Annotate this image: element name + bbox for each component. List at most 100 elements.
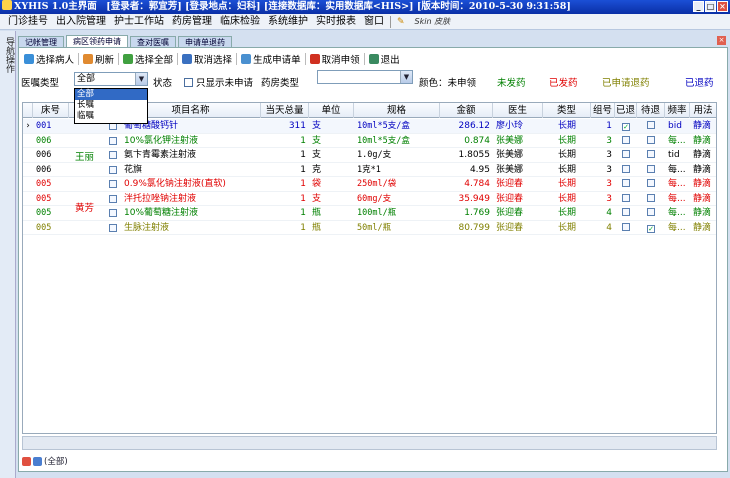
refresh-button[interactable]: 刷新	[80, 52, 117, 66]
title-bar: XYHIS 1.0主界面 [登录者：郭宜芳] [登录地点：妇科] [连接数据库：…	[0, 0, 730, 14]
cell-daily-total: 1	[300, 135, 306, 146]
navigation-rail[interactable]: 导航操作	[0, 31, 16, 478]
col-type-header[interactable]: 类型	[543, 103, 591, 118]
row-select-checkbox[interactable]	[109, 194, 117, 203]
cell-type: 长期	[557, 150, 576, 160]
skin-icon[interactable]: ✎	[393, 14, 409, 30]
col-usage-header[interactable]: 用法	[690, 103, 716, 118]
dropdown-option-long-term[interactable]: 长嘱	[75, 100, 147, 111]
col-group-header[interactable]: 组号	[591, 103, 615, 118]
table-row[interactable]: 005 泮托拉唑钠注射液 1 支 60mg/支 35.949 张迎春 长期 3 每... 静滴	[23, 192, 716, 206]
row-select-checkbox[interactable]	[109, 165, 117, 174]
menu-system-maintenance[interactable]: 系统维护	[264, 14, 312, 30]
returned-checkbox[interactable]	[622, 123, 630, 131]
pending-checkbox[interactable]	[647, 121, 655, 129]
chevron-down-icon[interactable]: ▼	[135, 73, 147, 85]
pending-checkbox[interactable]	[647, 193, 655, 202]
chevron-down-icon[interactable]: ▼	[400, 71, 412, 83]
pending-checkbox[interactable]	[647, 224, 655, 233]
dropdown-option-temporary[interactable]: 临嘱	[75, 111, 147, 122]
cell-bed: 006	[36, 150, 52, 160]
menu-window[interactable]: 窗口	[360, 14, 388, 30]
table-row[interactable]: 006 氨卞青霉素注射液 1 支 1.0g/支 1.8055 张美娜 长期 3 tid 静滴	[23, 148, 716, 163]
select-patient-button[interactable]: 选择病人	[21, 52, 77, 66]
toolbar: 选择病人 刷新 选择全部 取消选择 生成申请单 取消申领 退出	[19, 51, 727, 67]
dropdown-option-all[interactable]: 全部	[75, 89, 147, 100]
cell-usage: 静滴	[693, 135, 712, 146]
row-select-checkbox[interactable]	[109, 223, 117, 232]
window-controls: _ □ ×	[693, 1, 728, 12]
generate-request-button[interactable]: 生成申请单	[238, 52, 304, 66]
col-pending-header[interactable]: 待退	[637, 103, 665, 118]
menu-pharmacy[interactable]: 药房管理	[168, 14, 216, 30]
close-button[interactable]: ×	[717, 1, 728, 12]
row-select-checkbox[interactable]	[109, 136, 117, 145]
col-returned-header[interactable]: 已退	[615, 103, 637, 118]
clear-filter-icon[interactable]	[22, 456, 31, 466]
menu-clinical-lab[interactable]: 临床检验	[216, 14, 264, 30]
drug-type-select[interactable]: ▼	[317, 70, 413, 84]
col-daily-total-header[interactable]: 当天总量	[261, 103, 309, 118]
returned-checkbox[interactable]	[622, 179, 630, 187]
returned-checkbox[interactable]	[622, 150, 630, 158]
col-pointer-header[interactable]	[23, 103, 33, 118]
filter-dropdown-icon[interactable]	[33, 456, 42, 466]
pending-checkbox[interactable]	[647, 208, 655, 216]
returned-checkbox[interactable]	[622, 208, 630, 216]
pending-checkbox[interactable]	[647, 179, 655, 187]
cell-daily-total: 1	[300, 179, 306, 189]
cell-spec: 1.0g/支	[357, 150, 392, 160]
tab-close-icon[interactable]: ×	[717, 36, 726, 45]
table-row[interactable]: 005 10%葡萄糖注射液 1 瓶 100ml/瓶 1.769 张迎春 长期 4 每... 静滴	[23, 206, 716, 221]
cell-usage: 静滴	[693, 193, 712, 204]
row-select-checkbox[interactable]	[109, 180, 117, 188]
menu-nurse-station[interactable]: 护士工作站	[110, 14, 168, 30]
col-bed-header[interactable]: 床号	[33, 103, 69, 118]
table-row[interactable]: 006 花旗 1 克 1克*1 4.95 张美娜 长期 3 每... 静滴	[23, 163, 716, 177]
col-amount-header[interactable]: 金额	[440, 103, 493, 118]
cell-type: 长期	[557, 135, 576, 146]
tab-billing[interactable]: 记帐管理	[18, 36, 64, 47]
only-unrequested-checkbox[interactable]	[184, 78, 193, 87]
returned-checkbox[interactable]	[622, 135, 630, 144]
cell-item-name: 泮托拉唑钠注射液	[124, 193, 197, 204]
order-type-select[interactable]: 全部 ▼	[74, 72, 148, 86]
cell-pending-checkbox	[637, 177, 665, 191]
order-type-dropdown[interactable]: 全部 长嘱 临嘱	[74, 88, 148, 124]
row-pointer-icon	[23, 148, 33, 162]
table-row[interactable]: 006 10%氯化钾注射液 1 支 10ml*5支/盒 0.874 张美娜 长期 3 每... 静滴	[23, 134, 716, 148]
pending-checkbox[interactable]	[647, 150, 655, 158]
menu-realtime-reports[interactable]: 实时报表	[312, 14, 360, 30]
pending-checkbox[interactable]	[647, 164, 655, 173]
col-unit-header[interactable]: 单位	[309, 103, 354, 118]
select-all-button[interactable]: 选择全部	[120, 52, 176, 66]
cell-spec: 1克*1	[357, 164, 381, 175]
row-select-checkbox[interactable]	[109, 151, 117, 159]
returned-checkbox[interactable]	[622, 222, 630, 231]
cell-bed: 001	[36, 121, 52, 131]
only-unrequested-checkbox-wrap[interactable]: 只显示未申请	[184, 75, 253, 89]
cell-amount: 1.769	[464, 208, 490, 218]
minimize-button[interactable]: _	[693, 1, 704, 12]
pending-checkbox[interactable]	[647, 135, 655, 144]
toolbar-separator	[363, 53, 365, 65]
tab-return-drugs[interactable]: 申请单退药	[178, 36, 232, 47]
menu-outpatient-registration[interactable]: 门诊挂号	[4, 14, 52, 30]
returned-checkbox[interactable]	[622, 164, 630, 173]
col-frequency-header[interactable]: 频率	[665, 103, 690, 118]
drug-request-grid[interactable]: 床号 项目名称 当天总量 单位 规格 金额 医生 类型 组号 已退 待退 频率 用法 › 001 葡萄糖酸钙…	[22, 102, 717, 434]
exit-button[interactable]: 退出	[366, 52, 403, 66]
tab-ward-drug-request[interactable]: 病区领药申请	[66, 35, 128, 47]
skin-label[interactable]: Skin 皮肤	[415, 16, 451, 27]
menu-admission-management[interactable]: 出入院管理	[52, 14, 110, 30]
col-spec-header[interactable]: 规格	[354, 103, 440, 118]
deselect-button[interactable]: 取消选择	[179, 52, 235, 66]
table-row[interactable]: 005 生脉注射液 1瓶 50ml/瓶 80.799 张迎春 长期 4 每... 静滴	[23, 221, 716, 235]
maximize-button[interactable]: □	[705, 1, 716, 12]
table-row[interactable]: 005 0.9%氯化钠注射液(直软) 1 袋 250ml/袋 4.784 张迎春 长期 3 每..…	[23, 177, 716, 192]
cancel-request-button[interactable]: 取消申领	[307, 52, 363, 66]
col-doctor-header[interactable]: 医生	[493, 103, 543, 118]
row-select-checkbox[interactable]	[109, 209, 117, 217]
tab-check-orders[interactable]: 查对医嘱	[130, 36, 176, 47]
returned-checkbox[interactable]	[622, 193, 630, 202]
